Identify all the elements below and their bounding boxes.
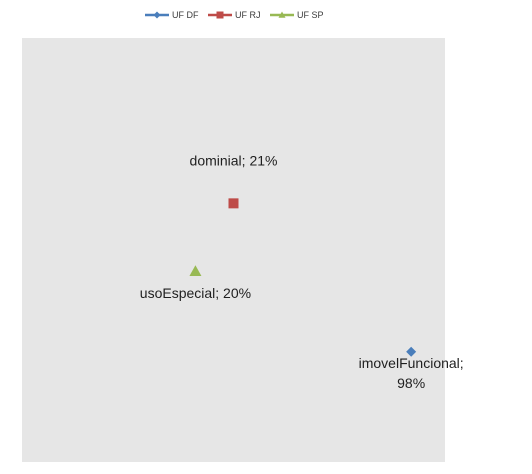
legend-label-uf-sp: UF SP — [297, 10, 324, 20]
data-label-uf-df: imovelFuncional; — [359, 355, 464, 371]
legend-marker-uf-rj — [216, 11, 224, 19]
data-label-uf-sp: usoEspecial; 20% — [140, 285, 251, 301]
legend-label-uf-rj: UF RJ — [235, 10, 261, 20]
legend-label-uf-df: UF DF — [172, 10, 199, 20]
scatter-chart: UF DF UF RJ UF SP imovelFuncional; 98% domin… — [0, 0, 532, 474]
data-label-uf-rj: dominial; 21% — [190, 152, 278, 168]
plot-area — [22, 38, 445, 462]
legend: UF DF UF RJ UF SP — [145, 10, 324, 20]
data-point-uf-rj — [228, 198, 239, 209]
data-label-uf-df: 98% — [397, 375, 425, 391]
